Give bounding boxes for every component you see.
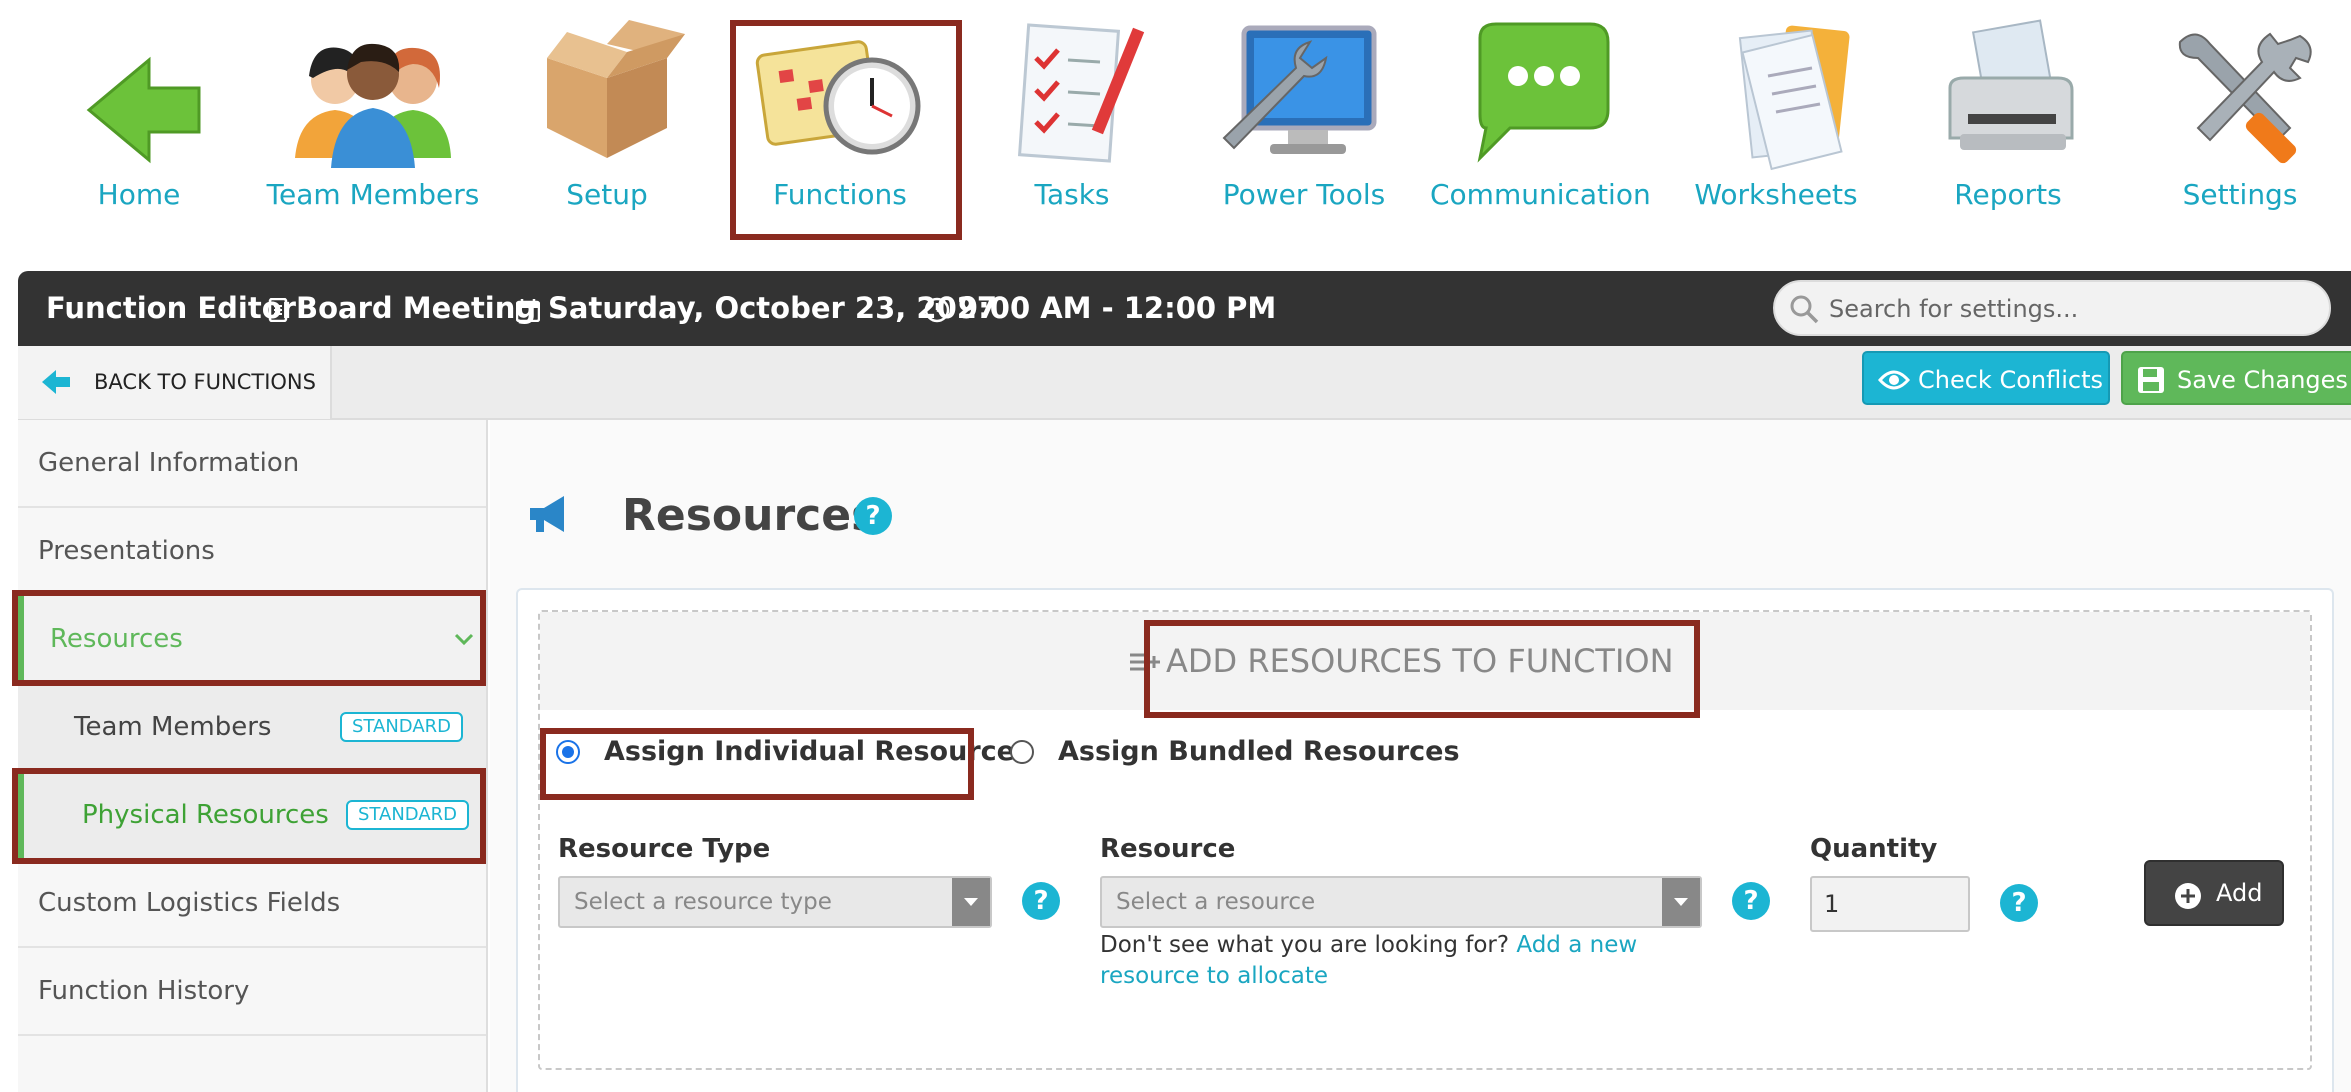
home-arrow-icon — [86, 56, 201, 164]
screwdriver-wrench-icon — [2178, 32, 2312, 164]
nav-settings[interactable]: Settings — [2130, 18, 2350, 228]
check-conflicts-button[interactable]: Check Conflicts — [1862, 351, 2110, 405]
function-sidebar: General Information Presentations Resour… — [18, 420, 488, 1092]
megaphone-icon — [530, 496, 564, 532]
function-time: 9:00 AM - 12:00 PM — [924, 271, 1276, 346]
team-members-icon — [295, 43, 451, 168]
function-editor-titlebar: Function Editor Board Meeting Saturday, … — [18, 271, 2351, 346]
main-content: Resources ? ADD RESOURCES TO FUNCTION As… — [490, 420, 2351, 1092]
calendar-clock-icon — [755, 40, 921, 155]
sidebar-item-resources[interactable]: Resources — [18, 596, 486, 684]
back-arrow-icon — [42, 370, 70, 394]
calendar-icon — [516, 299, 540, 322]
standard-badge: STANDARD — [340, 712, 464, 742]
monitor-wrench-icon — [1222, 25, 1377, 154]
action-bar: BACK TO FUNCTIONS Check Conflicts Save C… — [18, 346, 2351, 420]
settings-search — [1773, 280, 2331, 336]
resource-type-select[interactable]: Select a resource type — [558, 876, 992, 928]
radio-selected[interactable] — [556, 740, 580, 764]
nav-team-members[interactable]: Team Members — [263, 18, 483, 228]
resource-type-label: Resource Type — [558, 834, 771, 864]
folder-documents-icon — [1738, 25, 1850, 171]
quantity-help-icon[interactable]: ? — [2000, 884, 2038, 922]
nav-functions[interactable]: Functions — [730, 18, 962, 240]
sidebar-item-presentations[interactable]: Presentations — [18, 508, 486, 596]
page-title: Resources — [622, 490, 878, 541]
clock-icon — [924, 297, 950, 323]
eye-refresh-icon — [1878, 370, 1910, 390]
add-resources-header: ADD RESOURCES TO FUNCTION — [540, 612, 2310, 710]
editor-title: Function Editor — [46, 291, 296, 325]
resource-hint: Don't see what you are looking for? Add … — [1100, 932, 1638, 989]
dropdown-caret-icon — [1662, 878, 1700, 926]
sidebar-item-general-information[interactable]: General Information — [18, 420, 486, 508]
resources-panel: ADD RESOURCES TO FUNCTION Assign Individ… — [516, 588, 2334, 1092]
help-icon[interactable]: ? — [854, 497, 892, 535]
radio-unselected[interactable] — [1010, 740, 1034, 764]
add-resources-title: ADD RESOURCES TO FUNCTION — [1166, 642, 1674, 680]
standard-badge: STANDARD — [346, 800, 470, 830]
resource-help-icon[interactable]: ? — [1732, 882, 1770, 920]
box-icon — [547, 20, 685, 158]
resource-label: Resource — [1100, 834, 1236, 864]
chevron-down-icon — [454, 633, 474, 646]
function-name: Board Meeting — [268, 271, 536, 346]
search-icon — [1790, 295, 1819, 324]
plus-circle-icon — [2175, 883, 2201, 909]
sidebar-item-custom-logistics-fields[interactable]: Custom Logistics Fields — [18, 860, 486, 948]
add-resource-button[interactable]: Add — [2144, 860, 2284, 926]
resource-type-help-icon[interactable]: ? — [1022, 882, 1060, 920]
nav-communication[interactable]: Communication — [1430, 18, 1651, 228]
nav-reports[interactable]: Reports — [1898, 18, 2118, 228]
sidebar-item-team-members[interactable]: Team Members STANDARD — [18, 684, 486, 772]
printer-icon — [1948, 19, 2074, 150]
top-navigation: Home Team Members Setup Functions Tasks … — [0, 0, 2351, 250]
nav-power-tools[interactable]: Power Tools — [1194, 18, 1414, 228]
nav-worksheets[interactable]: Worksheets — [1666, 18, 1886, 228]
document-icon — [268, 298, 288, 322]
checklist-icon — [1017, 23, 1145, 163]
dropdown-caret-icon — [952, 878, 990, 926]
settings-search-input[interactable] — [1829, 288, 2319, 330]
quantity-input[interactable]: 1 — [1810, 876, 1970, 932]
nav-setup[interactable]: Setup — [497, 18, 717, 228]
nav-home[interactable]: Home — [29, 18, 249, 228]
resource-select[interactable]: Select a resource — [1100, 876, 1702, 928]
back-to-functions-button[interactable]: BACK TO FUNCTIONS — [18, 346, 332, 419]
list-add-icon — [1130, 653, 1160, 671]
sidebar-item-physical-resources[interactable]: Physical Resources STANDARD — [18, 772, 486, 860]
floppy-disk-icon — [2138, 367, 2164, 393]
nav-tasks[interactable]: Tasks — [962, 18, 1182, 228]
quantity-label: Quantity — [1810, 834, 1938, 864]
chat-bubble-icon — [1477, 22, 1610, 163]
save-changes-button[interactable]: Save Changes — [2121, 351, 2351, 405]
add-resources-dropzone: ADD RESOURCES TO FUNCTION Assign Individ… — [538, 610, 2312, 1070]
sidebar-item-function-history[interactable]: Function History — [18, 948, 486, 1036]
